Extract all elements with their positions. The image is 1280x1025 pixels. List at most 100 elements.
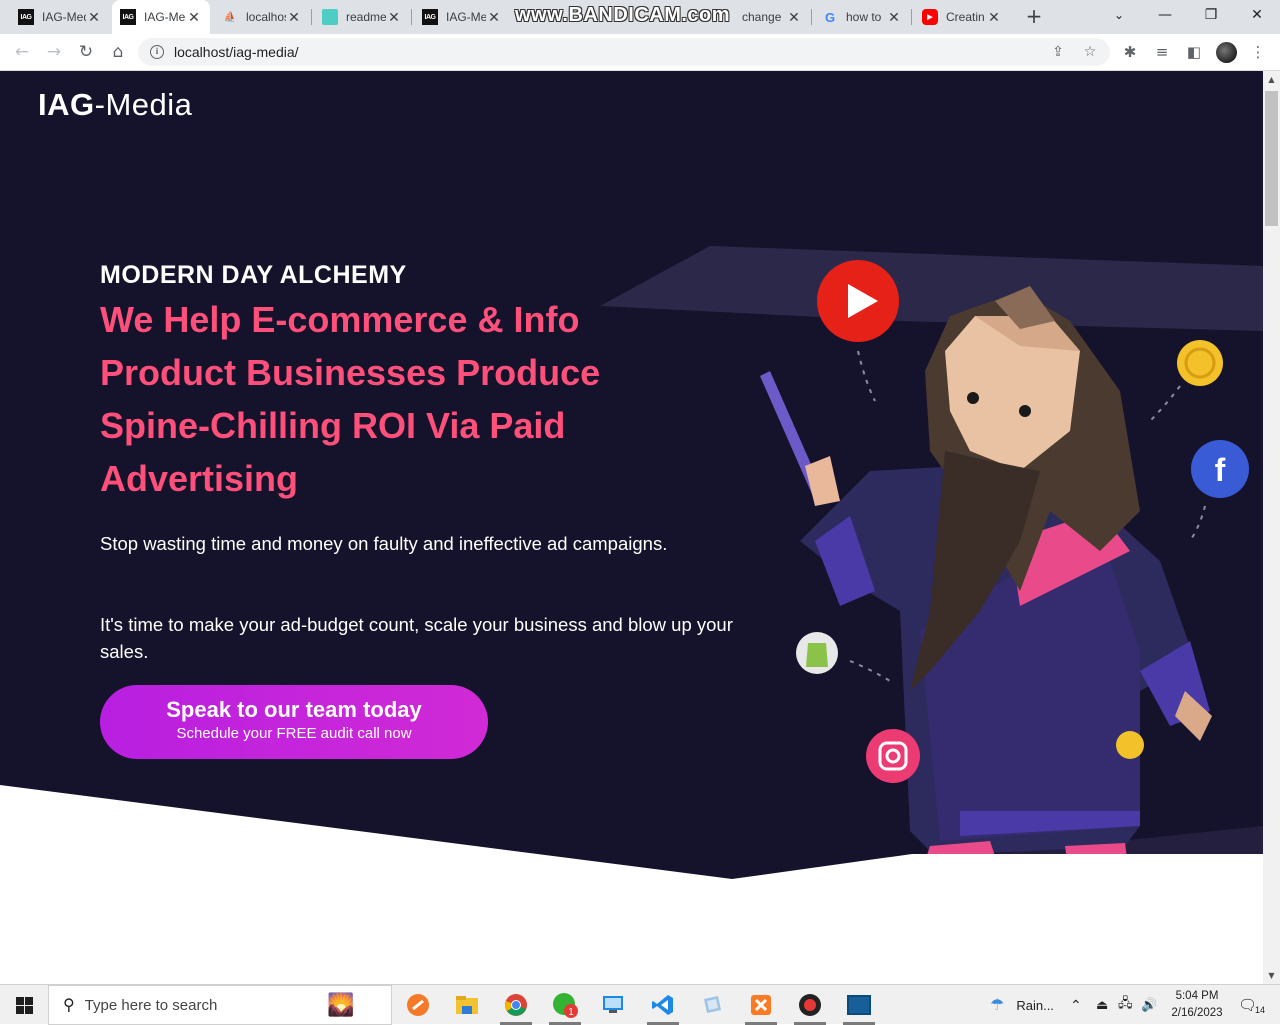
scroll-down-arrow-icon[interactable]: ▼ [1263, 967, 1280, 984]
coin-icon [1177, 340, 1223, 386]
close-icon[interactable]: ✕ [486, 9, 502, 26]
new-tab-button[interactable]: + [1022, 5, 1046, 29]
hero-eyebrow: MODERN DAY ALCHEMY [100, 261, 407, 289]
browser-tab-strip: IAG IAG-Media ✕ IAG IAG-Media ✕ ⛵ localh… [0, 0, 1280, 34]
close-icon[interactable]: ✕ [286, 9, 302, 26]
scrollbar-thumb[interactable] [1265, 91, 1278, 226]
tab-readme[interactable]: readme ✕ [314, 0, 410, 34]
tab-title: how to [846, 10, 882, 24]
weather-label: Rain... [1016, 997, 1054, 1013]
iag-favicon-icon: IAG [18, 9, 34, 25]
notification-count: 14 [1255, 1005, 1266, 1015]
sublime-icon[interactable] [398, 989, 438, 1021]
address-url[interactable]: localhost/iag-media/ [174, 44, 299, 60]
widgets-icon[interactable]: 🌄 [327, 992, 354, 1018]
tab-separator [411, 9, 412, 25]
bandicam-watermark: www.BANDICAM.com [515, 4, 731, 26]
xampp-icon[interactable] [741, 989, 781, 1025]
close-icon[interactable]: ✕ [186, 9, 202, 26]
reload-button[interactable]: ↻ [74, 40, 98, 64]
site-logo[interactable]: IAG-Media [38, 87, 192, 123]
minimize-button[interactable]: — [1142, 0, 1188, 34]
address-bar[interactable]: i localhost/iag-media/ ⇪ ☆ [138, 38, 1110, 66]
close-icon[interactable]: ✕ [886, 9, 902, 26]
trail-line [1149, 385, 1181, 422]
forward-button[interactable]: → [42, 40, 66, 64]
hero-headline: We Help E-commerce & Info Product Busine… [100, 299, 601, 499]
cta-sub-label: Schedule your FREE audit call now [176, 725, 412, 742]
speak-to-team-button[interactable]: Speak to our team today Schedule your FR… [100, 685, 488, 759]
taskbar-clock[interactable]: 5:04 PM 2/16/2023 [1160, 988, 1234, 1022]
remote-desktop-icon[interactable] [594, 989, 634, 1021]
profile-avatar[interactable] [1216, 42, 1237, 63]
tab-title: IAG-Media [446, 10, 486, 24]
youtube-favicon-icon: ▶ [922, 9, 938, 25]
eye-shape [1019, 405, 1031, 417]
tab-separator [911, 9, 912, 25]
search-placeholder: Type here to search [84, 996, 218, 1014]
tab-iag-media-2[interactable]: IAG IAG-Media ✕ [414, 0, 510, 34]
back-button[interactable]: ← [10, 40, 34, 64]
instagram-icon [866, 729, 920, 783]
search-icon: ⚲ [63, 997, 75, 1014]
iag-favicon-icon: IAG [422, 9, 438, 25]
close-icon[interactable]: ✕ [386, 9, 402, 26]
tab-iag-media-active[interactable]: IAG IAG-Media ✕ [112, 0, 210, 34]
taskbar-search-box[interactable]: ⚲ Type here to search 🌄 [48, 985, 392, 1025]
bandicam-icon[interactable] [790, 989, 830, 1025]
terminal-icon[interactable] [839, 989, 879, 1025]
page-scrollbar[interactable]: ▲ ▼ [1263, 71, 1280, 984]
network-icon[interactable]: 🖧 [1118, 985, 1133, 1025]
weather-widget[interactable]: ☂ Rain... [990, 985, 1054, 1025]
wizard-illustration: f [600, 246, 1263, 879]
tab-localhost[interactable]: ⛵ localhost ✕ [214, 0, 310, 34]
tab-youtube[interactable]: ▶ Creatin ✕ [914, 0, 1010, 34]
scroll-up-arrow-icon[interactable]: ▲ [1263, 71, 1280, 88]
extensions-puzzle-icon[interactable]: ✱ [1118, 40, 1142, 64]
usb-icon[interactable]: ⏏ [1096, 985, 1108, 1025]
rain-icon: ☂ [990, 997, 1005, 1014]
share-icon[interactable]: ⇪ [1046, 38, 1070, 66]
chat-icon[interactable]: 1 [545, 989, 585, 1025]
boot-shape [1065, 843, 1130, 879]
trail-line [857, 350, 876, 402]
eye-shape [967, 392, 979, 404]
restore-button[interactable]: ❐ [1188, 0, 1234, 34]
media-queue-icon[interactable]: ≡ [1150, 40, 1174, 64]
home-button[interactable]: ⌂ [106, 40, 130, 64]
logo-bold-text: IAG [38, 87, 95, 122]
close-icon[interactable]: ✕ [786, 9, 802, 26]
close-icon[interactable]: ✕ [986, 9, 1002, 26]
tab-title: change [742, 10, 782, 24]
menu-kebab-icon[interactable]: ⋮ [1246, 40, 1270, 64]
explorer-icon[interactable] [447, 989, 487, 1021]
clock-time: 5:04 PM [1175, 990, 1219, 1002]
chrome-icon[interactable] [496, 989, 536, 1025]
tab-title: readme [346, 10, 386, 24]
iag-favicon-icon: IAG [120, 9, 136, 25]
cta-main-label: Speak to our team today [166, 697, 422, 722]
tab-search-chevron-icon[interactable]: ⌄ [1096, 0, 1142, 34]
chat-badge-count: 1 [568, 1007, 574, 1018]
trail-line [849, 660, 891, 682]
close-window-button[interactable]: ✕ [1234, 0, 1280, 34]
bookmark-star-icon[interactable]: ☆ [1078, 38, 1102, 66]
trail-line [1189, 505, 1206, 542]
close-icon[interactable]: ✕ [86, 9, 102, 26]
tab-separator [311, 9, 312, 25]
tray-chevron-icon[interactable]: ⌃ [1070, 985, 1082, 1025]
volume-icon[interactable]: 🔊 [1141, 985, 1157, 1025]
tab-title: IAG-Media [144, 10, 186, 24]
virtualbox-icon[interactable] [692, 989, 732, 1021]
side-panel-icon[interactable]: ◧ [1182, 40, 1206, 64]
coin-icon [1116, 731, 1144, 759]
windows-taskbar: ⚲ Type here to search 🌄 1 ☂ Rain... ⌃ ⏏ … [0, 984, 1280, 1025]
tab-how-to[interactable]: G how to ✕ [814, 0, 910, 34]
hero-section: IAG-Media MODERN DAY ALCHEMY We Help E-c… [0, 71, 1263, 879]
tab-iag-media-1[interactable]: IAG IAG-Media ✕ [10, 0, 110, 34]
vscode-icon[interactable] [643, 989, 683, 1025]
tab-title: localhost [246, 10, 286, 24]
site-info-icon[interactable]: i [150, 45, 164, 59]
start-button[interactable] [0, 985, 48, 1025]
notification-center-icon[interactable]: 🗨 14 [1238, 985, 1265, 1025]
